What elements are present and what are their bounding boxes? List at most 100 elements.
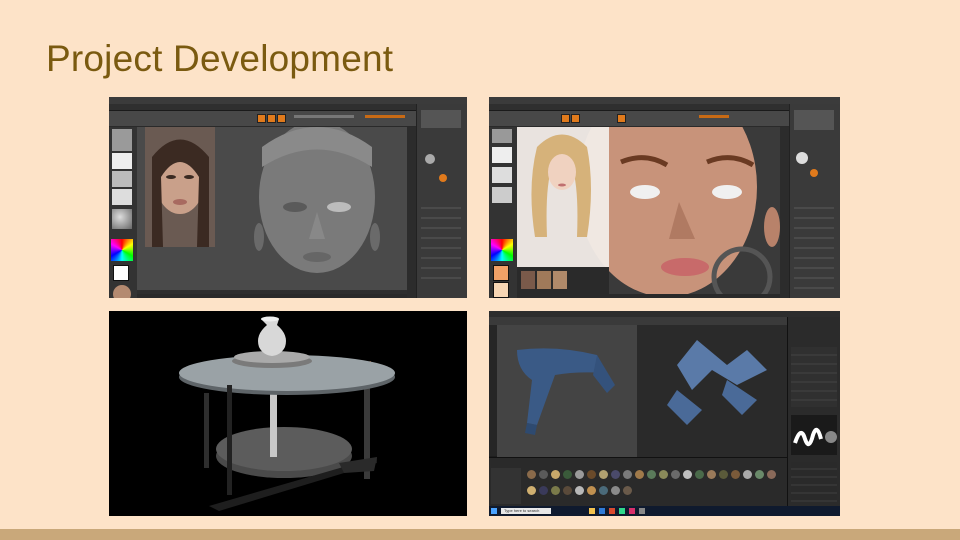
tool-header <box>794 110 834 130</box>
footer-bar <box>0 529 960 540</box>
material-thumb[interactable] <box>731 470 740 479</box>
main-color-swatch[interactable] <box>493 265 509 281</box>
material-thumb[interactable] <box>671 470 680 479</box>
viewport-art <box>517 97 780 298</box>
brush-properties[interactable] <box>791 462 837 502</box>
app-icon[interactable] <box>609 508 615 514</box>
edit-button[interactable] <box>267 114 276 123</box>
viewport-art[interactable] <box>497 325 788 458</box>
material-thumb[interactable] <box>611 486 620 495</box>
left-tool-panel <box>489 127 517 298</box>
material-thumb[interactable] <box>647 470 656 479</box>
material-thumb[interactable] <box>719 470 728 479</box>
material-thumb[interactable] <box>635 470 644 479</box>
secondary-color-swatch[interactable] <box>493 282 509 298</box>
material-thumb[interactable] <box>112 209 132 229</box>
app-icon[interactable] <box>639 508 645 514</box>
intensity-slider[interactable] <box>294 115 354 118</box>
stroke-thumb[interactable] <box>112 171 132 187</box>
file-explorer-icon[interactable] <box>589 508 595 514</box>
material-thumb[interactable] <box>527 486 536 495</box>
viewport[interactable] <box>517 97 780 298</box>
windows-start-icon[interactable] <box>491 508 497 514</box>
right-properties-panel <box>787 317 840 516</box>
alpha-thumb[interactable] <box>492 187 512 203</box>
brush-icon[interactable] <box>492 147 512 163</box>
draw-button[interactable] <box>561 114 570 123</box>
edge-icon[interactable] <box>599 508 605 514</box>
tool-header <box>421 110 461 128</box>
material-thumb[interactable] <box>575 486 584 495</box>
app-icon[interactable] <box>629 508 635 514</box>
color-picker[interactable] <box>491 239 513 261</box>
main-color-swatch[interactable] <box>113 265 129 281</box>
material-thumb[interactable] <box>551 470 560 479</box>
draw-button[interactable] <box>257 114 266 123</box>
material-thumb[interactable] <box>743 470 752 479</box>
left-tool-panel <box>109 127 137 298</box>
material-thumb[interactable] <box>539 486 548 495</box>
edit-button[interactable] <box>571 114 580 123</box>
material-thumb[interactable] <box>599 470 608 479</box>
tool-thumb[interactable] <box>425 154 435 164</box>
right-tool-panel <box>416 104 467 298</box>
brush-icon <box>793 427 837 447</box>
brush-icon[interactable] <box>112 153 132 169</box>
brush-preview <box>791 415 837 455</box>
material-thumb[interactable] <box>599 486 608 495</box>
left-tool-strip <box>489 325 497 456</box>
slide-title: Project Development <box>46 38 394 79</box>
zbrush-sculpt-screenshot <box>109 97 467 298</box>
material-thumb[interactable] <box>563 470 572 479</box>
rgb-slider[interactable] <box>365 115 405 118</box>
windows-taskbar: Type here to search <box>489 506 840 516</box>
layer-stack[interactable] <box>791 347 837 407</box>
taskbar-search[interactable]: Type here to search <box>501 508 551 514</box>
brush-thumb-1[interactable] <box>112 129 132 151</box>
material-thumb[interactable] <box>707 470 716 479</box>
material-thumb[interactable] <box>755 470 764 479</box>
subtool-thumb[interactable] <box>439 174 447 182</box>
app-icon[interactable] <box>619 508 625 514</box>
substance-painter-screenshot: Type here to search <box>489 311 840 516</box>
material-thumb[interactable] <box>563 486 572 495</box>
subtool-list[interactable] <box>794 199 834 289</box>
color-picker[interactable] <box>111 239 133 261</box>
stroke-thumb[interactable] <box>492 167 512 183</box>
right-tool-panel <box>789 104 840 298</box>
rgb-button[interactable] <box>617 114 626 123</box>
shelf-category-list[interactable] <box>491 468 521 504</box>
menu-bar <box>489 97 840 104</box>
brush-thumb-1[interactable] <box>492 129 512 143</box>
tab-strip <box>109 104 467 111</box>
material-thumb[interactable] <box>575 470 584 479</box>
material-thumb[interactable] <box>587 486 596 495</box>
toolbar <box>489 111 840 126</box>
viewport[interactable] <box>137 121 407 294</box>
pottery-wheel-render <box>109 311 467 516</box>
material-thumb[interactable] <box>623 486 632 495</box>
zbrush-painted-face-screenshot <box>489 97 840 298</box>
tool-thumb[interactable] <box>796 152 808 164</box>
material-thumb[interactable] <box>683 470 692 479</box>
shelf-panel <box>489 457 788 506</box>
avatar <box>113 285 131 298</box>
rgb-slider[interactable] <box>699 115 729 118</box>
material-thumb[interactable] <box>587 470 596 479</box>
material-thumb[interactable] <box>659 470 668 479</box>
toolbar <box>109 111 467 126</box>
material-thumb[interactable] <box>551 486 560 495</box>
material-thumb[interactable] <box>527 470 536 479</box>
material-thumb[interactable] <box>611 470 620 479</box>
material-thumb[interactable] <box>623 470 632 479</box>
material-thumb[interactable] <box>695 470 704 479</box>
alpha-thumb[interactable] <box>112 189 132 205</box>
move-button[interactable] <box>277 114 286 123</box>
subtool-thumb[interactable] <box>810 169 818 177</box>
material-thumb[interactable] <box>767 470 776 479</box>
pottery-wheel-art <box>109 311 467 516</box>
subtool-list[interactable] <box>421 199 461 279</box>
menu-bar <box>109 97 467 104</box>
viewport-art <box>137 121 407 290</box>
material-thumb[interactable] <box>539 470 548 479</box>
